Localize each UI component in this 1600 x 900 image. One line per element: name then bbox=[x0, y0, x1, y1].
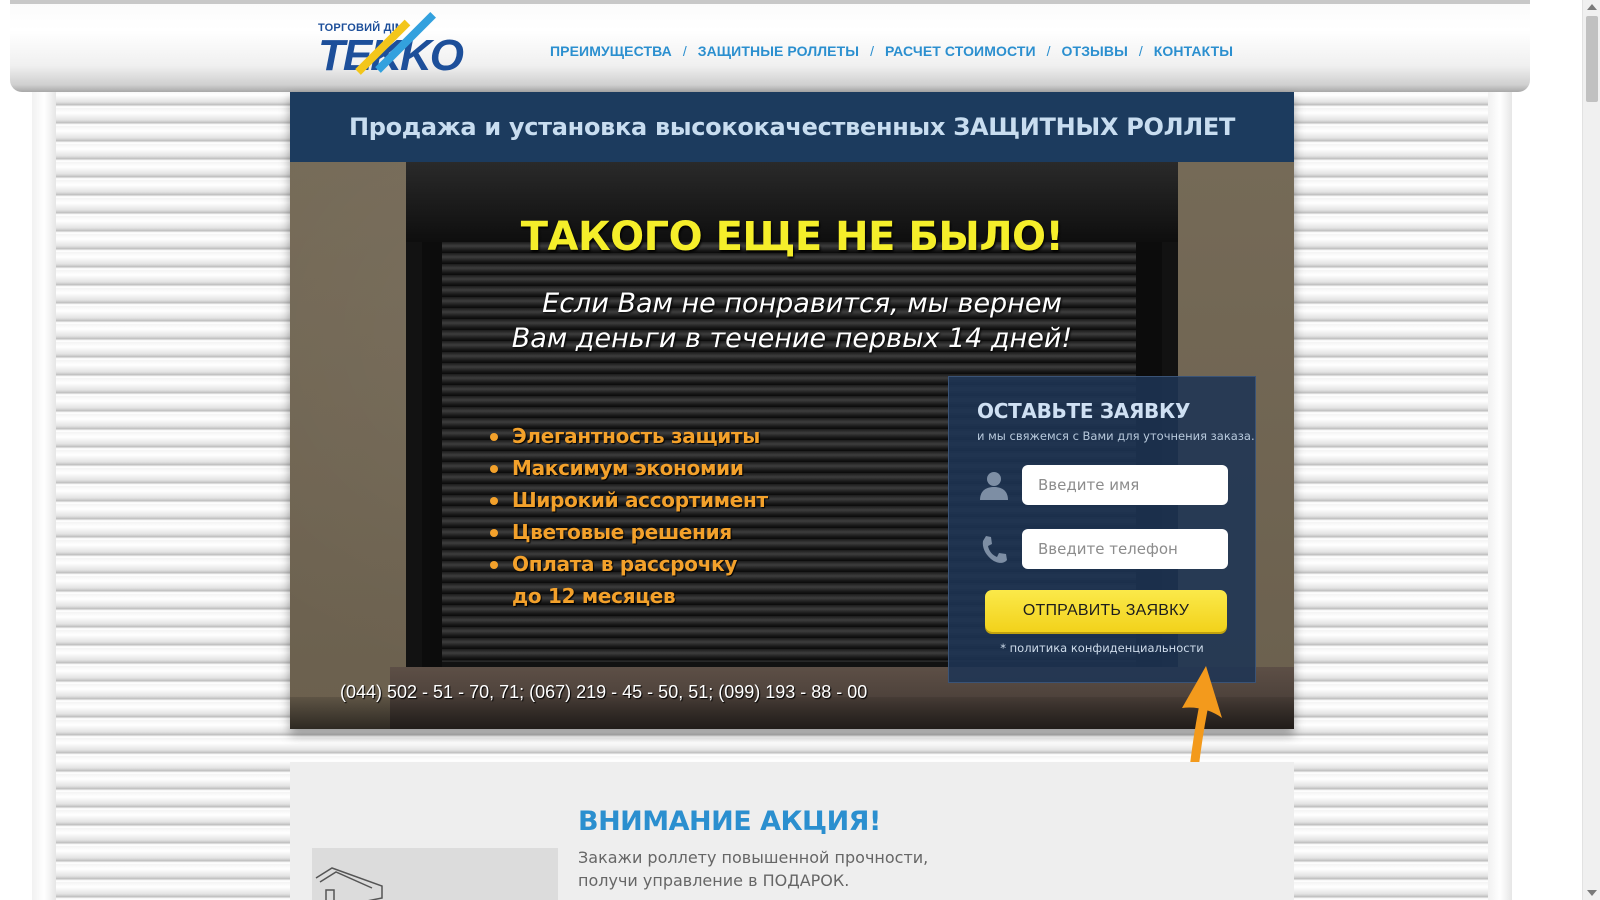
nav-item-contacts[interactable]: КОНТАКТЫ bbox=[1154, 43, 1233, 59]
page-scrollbar[interactable] bbox=[1582, 0, 1600, 900]
promo-text-line-2: получи управление в ПОДАРОК. bbox=[578, 871, 850, 890]
nav-separator: / bbox=[1046, 43, 1051, 59]
bullet-dot-icon bbox=[490, 561, 498, 569]
promo-title: ВНИМАНИЕ АКЦИЯ! bbox=[578, 806, 881, 837]
promo-text: Закажи роллету повышенной прочности, пол… bbox=[578, 846, 978, 892]
bullet-dot-icon bbox=[490, 465, 498, 473]
benefit-item: Цветовые решения bbox=[490, 516, 768, 548]
benefit-item: Широкий ассортимент bbox=[490, 484, 768, 516]
phone-icon bbox=[982, 536, 1007, 563]
benefit-item: Максимум экономии bbox=[490, 452, 768, 484]
bullet-dot-icon bbox=[490, 433, 498, 441]
name-field-row bbox=[977, 465, 1229, 505]
shutter-side-left bbox=[32, 90, 56, 900]
nav-separator: / bbox=[870, 43, 874, 59]
hero-title: Продажа и установка высококачественных З… bbox=[348, 113, 1236, 141]
user-icon bbox=[980, 472, 1008, 500]
promo-product-image bbox=[312, 848, 558, 900]
promo-section: ВНИМАНИЕ АКЦИЯ! Закажи роллету повышенно… bbox=[290, 762, 1294, 900]
hero-section: Продажа и установка высококачественных З… bbox=[290, 92, 1294, 729]
request-form: ОСТАВЬТЕ ЗАЯВКУ и мы свяжемся с Вами для… bbox=[948, 376, 1256, 683]
phone-field-row bbox=[977, 529, 1229, 569]
nav-separator: / bbox=[1138, 43, 1143, 59]
main-nav: ПРЕИМУЩЕСТВА / ЗАЩИТНЫЕ РОЛЛЕТЫ / РАСЧЕТ… bbox=[550, 41, 1233, 61]
nav-item-shutters[interactable]: ЗАЩИТНЫЕ РОЛЛЕТЫ bbox=[698, 43, 859, 59]
shutter-side-right bbox=[1488, 90, 1512, 900]
form-title: ОСТАВЬТЕ ЗАЯВКУ bbox=[977, 399, 1191, 423]
form-subtitle: и мы свяжемся с Вами для уточнения заказ… bbox=[977, 429, 1255, 443]
nav-separator: / bbox=[682, 43, 687, 59]
benefit-item: Элегантность защиты bbox=[490, 420, 768, 452]
nav-item-advantages[interactable]: ПРЕИМУЩЕСТВА bbox=[550, 43, 672, 59]
name-input[interactable] bbox=[1022, 465, 1228, 505]
privacy-policy-link[interactable]: * политика конфиденциальности bbox=[949, 641, 1255, 655]
benefits-list: Элегантность защиты Максимум экономии Ши… bbox=[490, 420, 768, 612]
hero-guarantee-line-1: Если Вам не понравится, мы вернем bbox=[542, 288, 1062, 319]
benefit-item: Оплата в рассрочку bbox=[490, 548, 768, 580]
site-header: ТОРГОВИЙ ДІМ TEKKO ПРЕИМУЩЕСТВА / ЗАЩИТН… bbox=[10, 0, 1530, 92]
nav-item-reviews[interactable]: ОТЗЫВЫ bbox=[1062, 43, 1128, 59]
bullet-dot-icon bbox=[490, 529, 498, 537]
bullet-dot-icon bbox=[490, 497, 498, 505]
hero-title-bar: Продажа и установка высококачественных З… bbox=[290, 92, 1294, 162]
promo-text-line-1: Закажи роллету повышенной прочности, bbox=[578, 848, 929, 867]
scroll-down-arrow-icon[interactable] bbox=[1587, 890, 1597, 896]
scroll-thumb[interactable] bbox=[1586, 16, 1598, 102]
contact-phones: (044) 502 - 51 - 70, 71; (067) 219 - 45 … bbox=[340, 682, 868, 702]
benefit-item-continuation: до 12 месяцев bbox=[512, 584, 676, 608]
phone-input[interactable] bbox=[1022, 529, 1228, 569]
shutter-drawing-icon bbox=[315, 867, 383, 900]
site-logo[interactable]: ТОРГОВИЙ ДІМ TEKKO bbox=[318, 12, 468, 94]
nav-item-cost-calculation[interactable]: РАСЧЕТ СТОИМОСТИ bbox=[885, 43, 1036, 59]
scroll-up-arrow-icon[interactable] bbox=[1587, 4, 1597, 10]
submit-request-button[interactable]: ОТПРАВИТЬ ЗАЯВКУ bbox=[985, 590, 1227, 632]
hero-guarantee-line-2: Вам деньги в течение первых 14 дней! bbox=[511, 323, 1073, 354]
hero-headline: ТАКОГО ЕЩЕ НЕ БЫЛО! bbox=[520, 214, 1064, 260]
